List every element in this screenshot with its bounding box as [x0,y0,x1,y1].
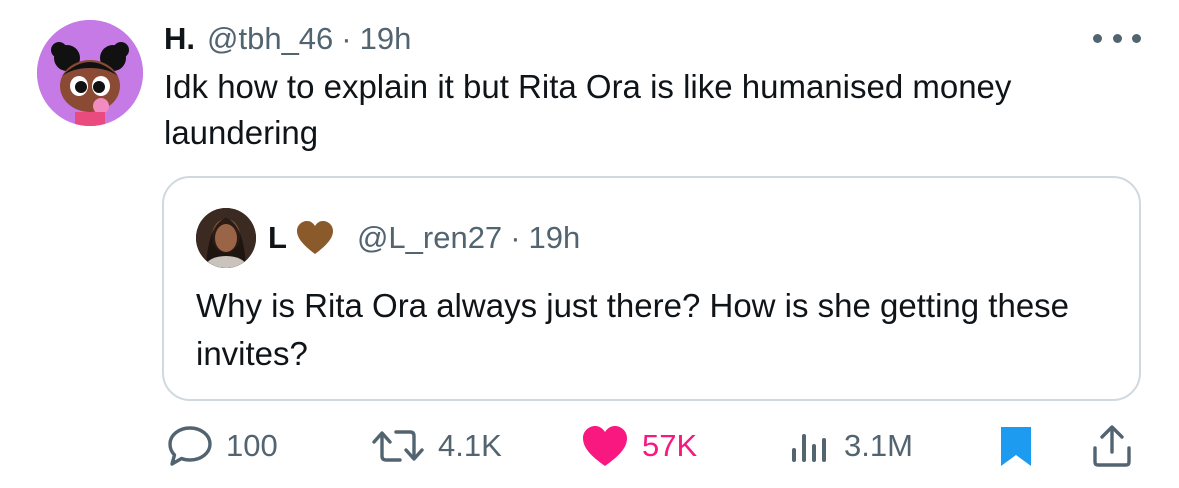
views-icon [792,434,826,462]
quoted-author-display-name[interactable]: L [268,220,287,256]
tweet-timestamp[interactable]: 19h [360,21,412,57]
header-separator: · [341,21,352,56]
quoted-header-separator: · [510,220,521,255]
tweet-header: H. @tbh_46 · 19h [164,18,411,60]
brown-heart-icon [296,221,333,254]
retweet-icon [372,430,424,462]
share-button[interactable] [1090,418,1134,474]
quoted-author-handle[interactable]: @L_ren27 [357,220,502,256]
photo-avatar-image [196,208,256,268]
more-icon [1093,33,1102,43]
more-icon-dot [1112,33,1122,43]
quoted-tweet-timestamp[interactable]: 19h [529,220,581,256]
like-count: 57K [642,428,698,463]
tweet: H. @tbh_46 · 19h Idk how to explain it b… [0,0,1179,488]
retweet-count: 4.1K [438,428,502,463]
action-bar: 100 4.1K 57K 3.1M [0,418,1179,474]
tweet-text: Idk how to explain it but Rita Ora is li… [164,68,1012,151]
reply-button[interactable]: 100 [166,418,278,474]
bookmark-button[interactable] [998,418,1034,474]
author-avatar[interactable] [37,20,143,126]
more-icon-dot [1132,33,1141,43]
retweet-button[interactable]: 4.1K [370,418,502,474]
views-button[interactable]: 3.1M [788,418,913,474]
bookmark-icon [1001,427,1031,466]
reply-count: 100 [226,428,278,463]
quoted-tweet-text: Why is Rita Ora always just there? How i… [196,287,1070,372]
more-options-button[interactable] [1093,26,1141,50]
heart-icon [583,426,627,466]
author-handle[interactable]: @tbh_46 [207,21,333,57]
quoted-tweet-header: L @L_ren27 · 19h [268,218,580,258]
like-button[interactable]: 57K [580,418,697,474]
author-display-name[interactable]: H. [164,21,195,57]
share-icon [1093,425,1131,467]
cartoon-avatar-image [37,20,143,126]
quoted-author-avatar[interactable] [196,208,256,268]
reply-icon [168,426,212,466]
views-count: 3.1M [844,428,913,463]
quoted-tweet[interactable]: L @L_ren27 · 19h Why is Rita Ora always … [162,176,1141,401]
